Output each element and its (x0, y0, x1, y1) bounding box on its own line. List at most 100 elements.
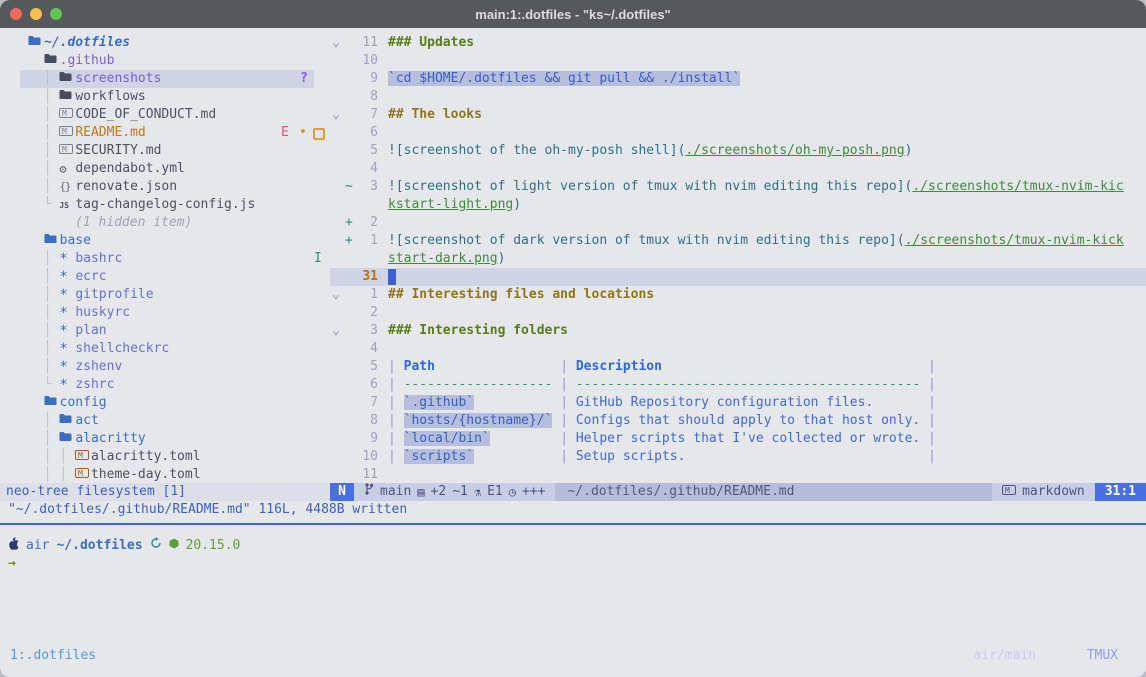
editor-line[interactable]: +1![screenshot of dark version of tmux w… (330, 232, 1146, 250)
syntax-pipe: | (920, 431, 936, 446)
tree-item-workflows[interactable]: │ workflows (0, 88, 330, 106)
tree-item-label: zshrc (75, 377, 114, 392)
editor-line[interactable]: 7| `.github` | GitHub Repository configu… (330, 394, 1146, 412)
folder-dark-icon (44, 52, 60, 70)
editor-line[interactable]: 9`cd $HOME/.dotfiles && git pull && ./in… (330, 70, 1146, 88)
tree-item-readme-md[interactable]: │ MREADME.mdE• (0, 124, 330, 142)
tree-item-label: config (60, 395, 107, 410)
editor-line[interactable]: 5![screenshot of the oh-my-posh shell](.… (330, 142, 1146, 160)
tree-guide (28, 233, 44, 248)
folder-blue-icon (28, 34, 44, 52)
tree-item-alacritty[interactable]: │ alacritty (0, 430, 330, 448)
tree-item-act[interactable]: │ act (0, 412, 330, 430)
editor-line[interactable]: 31 (330, 268, 1146, 286)
tree-item-label: plan (75, 323, 106, 338)
folder-dark-icon (59, 88, 75, 106)
tree-item-tag-changelog-config-js[interactable]: └ JStag-changelog-config.js (0, 196, 330, 214)
editor-line[interactable]: 8 (330, 88, 1146, 106)
editor-line[interactable]: +2 (330, 214, 1146, 232)
editor-line[interactable]: 6 (330, 124, 1146, 142)
svg-text:M: M (62, 109, 67, 118)
tree-item-base[interactable]: base (0, 232, 330, 250)
editor-line[interactable]: 10| `scripts` | Setup scripts. | (330, 448, 1146, 466)
line-number: 9 (348, 70, 378, 88)
editor-line[interactable]: 10 (330, 52, 1146, 70)
editor-line[interactable]: 2 (330, 304, 1146, 322)
tree-item-bashrc[interactable]: │ *bashrcI (0, 250, 330, 268)
editor-line[interactable]: 4 (330, 340, 1146, 358)
fold-chevron-icon[interactable]: ⌄ (332, 322, 340, 340)
line-number: 3 (348, 322, 378, 340)
editor-line[interactable]: ⌄11### Updates (330, 34, 1146, 52)
tmux-session: ~/.dotfiles .github │ screenshots? │ wor… (0, 28, 1146, 677)
star-icon: * (59, 268, 75, 287)
tree-guide: │ (28, 269, 59, 284)
star-icon: * (59, 286, 75, 305)
tree-item-zshenv[interactable]: │ *zshenv (0, 358, 330, 376)
syntax-pipe: | (474, 395, 576, 410)
tree-item-huskyrc[interactable]: │ *huskyrc (0, 304, 330, 322)
file-md-icon: M (59, 106, 75, 124)
tree-guide (28, 53, 44, 68)
tree-item-zshrc[interactable]: └ *zshrc (0, 376, 330, 394)
tree-guide (28, 215, 75, 230)
fold-chevron-icon[interactable]: ⌄ (332, 34, 340, 52)
line-number: 7 (348, 394, 378, 412)
syntax-url: start-dark.png (388, 251, 498, 266)
syntax-h3: ### Interesting folders (388, 323, 568, 338)
fold-chevron-icon[interactable]: ⌄ (332, 286, 340, 304)
syntax-tdesc: Setup scripts. (576, 449, 686, 464)
tree-item-ecrc[interactable]: │ *ecrc (0, 268, 330, 286)
refresh-icon (150, 537, 162, 555)
text-cursor (388, 269, 396, 285)
editor-line-wrap[interactable]: start-dark.png) (330, 250, 1146, 268)
syntax-h2: ## The looks (388, 107, 482, 122)
tree-item-code-of-conduct-md[interactable]: │ MCODE_OF_CONDUCT.md (0, 106, 330, 124)
editor-line[interactable]: 8| `hosts/{hostname}/` | Configs that sh… (330, 412, 1146, 430)
editor-line[interactable]: ⌄7## The looks (330, 106, 1146, 124)
prompt-cwd: ~/.dotfiles (56, 537, 142, 555)
editor-line[interactable]: 11 (330, 466, 1146, 483)
syntax-pipe: | (435, 359, 576, 374)
close-button[interactable] (10, 8, 22, 20)
editor-line[interactable]: 4 (330, 160, 1146, 178)
editor-line[interactable]: 6| ------------------- | ---------------… (330, 376, 1146, 394)
editor-line-wrap[interactable]: kstart-light.png) (330, 196, 1146, 214)
line-number: 1 (348, 232, 378, 250)
file-md-icon: M (59, 142, 75, 160)
tree-item-label: gitprofile (75, 287, 153, 302)
editor-buffer[interactable]: ⌄11### Updates109`cd $HOME/.dotfiles && … (330, 28, 1146, 483)
line-number: 4 (348, 160, 378, 178)
clock-icon: ◷ (509, 483, 516, 501)
syntax-dash: ----------------------------------------… (576, 377, 920, 392)
tree-item-gitprofile[interactable]: │ *gitprofile (0, 286, 330, 304)
tree-item-shellcheckrc[interactable]: │ *shellcheckrc (0, 340, 330, 358)
editor-line[interactable]: ⌄ 3 ### Interesting folders (330, 322, 1146, 340)
prompt-arrow[interactable]: → (8, 555, 16, 573)
editor-line[interactable]: 5| Path | Description | (330, 358, 1146, 376)
tree-guide: │ (28, 89, 59, 104)
tree-item--github[interactable]: .github (0, 52, 330, 70)
tree-item-dependabot-yml[interactable]: │ ⚙dependabot.yml (0, 160, 330, 178)
tmux-window-tab[interactable]: 1:.dotfiles (10, 647, 96, 665)
tree-item-screenshots[interactable]: │ screenshots? (0, 70, 330, 88)
editor-line[interactable]: 9| `local/bin` | Helper scripts that I'v… (330, 430, 1146, 448)
titlebar[interactable]: main:1:.dotfiles - "ks~/.dotfiles" (0, 0, 1146, 28)
tree-item-label: (1 hidden item) (75, 215, 192, 230)
tree-item-label: huskyrc (75, 305, 130, 320)
tmux-pane-separator[interactable] (0, 523, 1146, 525)
tree-item--1-hidden-item-[interactable]: (1 hidden item) (0, 214, 330, 232)
zoom-button[interactable] (50, 8, 62, 20)
tree-item-plan[interactable]: │ *plan (0, 322, 330, 340)
editor-line[interactable]: ~3![screenshot of light version of tmux … (330, 178, 1146, 196)
tree-item-security-md[interactable]: │ MSECURITY.md (0, 142, 330, 160)
tree-item-theme-day-toml[interactable]: │ │ Mtheme-day.toml (0, 466, 330, 483)
editor-line[interactable]: ⌄1## Interesting files and locations (330, 286, 1146, 304)
tree-item-config[interactable]: config (0, 394, 330, 412)
tree-item--dotfiles[interactable]: ~/.dotfiles (0, 34, 330, 52)
tree-item-alacritty-toml[interactable]: │ │ Malacritty.toml (0, 448, 330, 466)
fold-chevron-icon[interactable]: ⌄ (332, 106, 340, 124)
syntax-pipe: | (490, 431, 576, 446)
tree-item-renovate-json[interactable]: │ {}renovate.json (0, 178, 330, 196)
minimize-button[interactable] (30, 8, 42, 20)
